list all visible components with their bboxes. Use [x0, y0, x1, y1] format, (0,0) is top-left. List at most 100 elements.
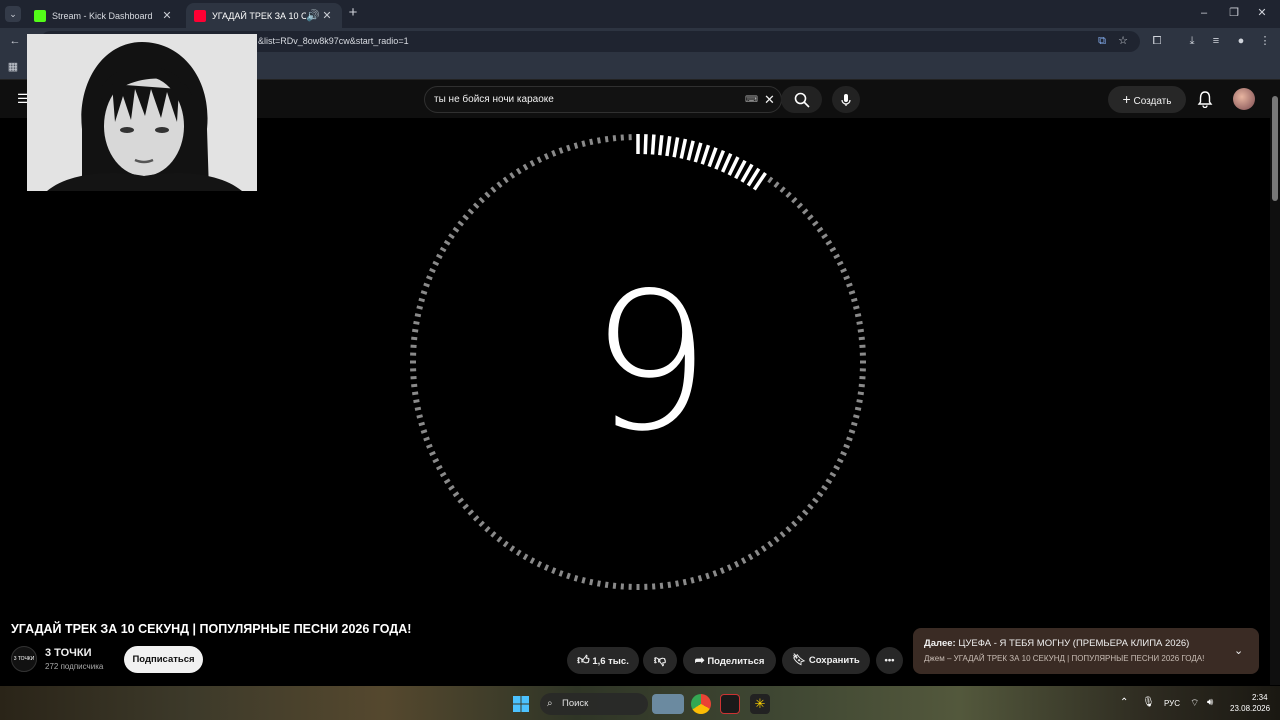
ring-tick — [857, 328, 864, 333]
ring-tick — [773, 536, 780, 543]
obs-app-icon[interactable] — [720, 694, 740, 714]
ring-tick — [665, 135, 672, 157]
ring-tick — [429, 267, 436, 274]
ring-tick — [515, 167, 522, 175]
up-next-title[interactable]: Далее: ЦУЕФА - Я ТЕБЯ МОГНУ (ПРЕМЬЕРА КЛ… — [924, 638, 1189, 649]
ring-tick — [760, 545, 767, 552]
apps-grid-icon[interactable]: ▦ — [5, 59, 21, 75]
ring-tick — [840, 450, 847, 457]
language-indicator[interactable]: РУС — [1164, 699, 1180, 708]
close-tab-icon[interactable]: ✕ — [160, 9, 174, 22]
ring-tick — [612, 582, 617, 589]
ring-tick — [779, 531, 786, 538]
ring-tick — [705, 572, 710, 580]
ring-tick — [816, 491, 824, 498]
extensions-icon[interactable]: ⧠ — [1149, 33, 1165, 49]
download-icon[interactable]: ⤓ — [1184, 33, 1200, 49]
up-next-video-title: ЦУЕФА - Я ТЕБЯ МОГНУ (ПРЕМЬЕРА КЛИПА 202… — [958, 638, 1190, 649]
save-button[interactable]: 🔖︎ Сохранить — [782, 647, 870, 674]
ring-tick — [643, 134, 648, 155]
voice-search-button[interactable] — [832, 86, 860, 113]
menu-kebab-icon[interactable]: ⋮ — [1257, 33, 1273, 49]
ring-tick — [418, 421, 426, 427]
ring-tick — [543, 564, 550, 571]
sparkle-app-icon[interactable]: ✳ — [750, 694, 770, 714]
new-tab-button[interactable]: + — [345, 5, 361, 21]
ring-tick — [821, 233, 828, 240]
ring-tick — [452, 491, 460, 498]
volume-icon[interactable]: 🔊︎ — [1207, 697, 1213, 708]
chrome-icon[interactable] — [691, 694, 711, 714]
share-button[interactable]: ➦ Поделиться — [683, 647, 776, 674]
ring-tick — [496, 181, 503, 188]
ring-tick — [439, 246, 447, 253]
ring-tick — [796, 202, 804, 209]
back-arrow-icon[interactable]: ← — [7, 33, 23, 49]
ring-tick — [858, 383, 865, 388]
ring-tick — [478, 520, 485, 528]
create-button[interactable]: + Создать — [1108, 86, 1186, 113]
tray-overflow-icon[interactable]: ⌃ — [1120, 697, 1128, 708]
profile-icon[interactable]: ● — [1233, 33, 1249, 49]
ring-tick — [846, 436, 853, 442]
ring-tick — [426, 443, 433, 449]
restore-button[interactable]: ❐ — [1225, 5, 1243, 21]
windows-start-icon[interactable] — [512, 695, 530, 713]
share-label: Поделиться — [707, 656, 765, 667]
search-button[interactable] — [781, 86, 822, 113]
audio-icon[interactable]: 🔊 — [306, 9, 320, 22]
tab-kick-dashboard[interactable]: Stream - Kick Dashboard ✕ — [26, 3, 182, 28]
minimize-button[interactable]: – — [1195, 5, 1213, 21]
ring-tick — [700, 144, 711, 165]
tab-youtube-video[interactable]: УГАДАЙ ТРЕК ЗА 10 СЕКУН 🔊 ✕ — [186, 3, 342, 28]
ring-tick — [558, 570, 564, 577]
microphone-tray-icon[interactable]: 🎙︎ — [1142, 697, 1155, 708]
ring-tick — [478, 196, 485, 204]
ring-tick — [496, 536, 503, 543]
ring-tick — [747, 553, 754, 561]
translate-icon[interactable]: ⧉ — [1094, 33, 1110, 49]
ring-tick — [854, 406, 862, 411]
ring-tick — [581, 140, 586, 147]
clock-date[interactable]: 23.08.2026 — [1230, 704, 1270, 713]
ring-tick — [721, 152, 733, 173]
search-icon — [794, 92, 810, 108]
clear-search-icon[interactable]: ✕ — [764, 87, 775, 112]
dislike-button[interactable]: 👎︎ — [643, 647, 677, 674]
close-tab-icon[interactable]: ✕ — [320, 9, 334, 22]
user-avatar[interactable] — [1233, 88, 1255, 110]
up-next-prefix: Далее: — [924, 638, 956, 649]
up-next-card[interactable] — [913, 628, 1259, 674]
channel-name[interactable]: 3 ТОЧКИ — [45, 647, 92, 659]
ring-tick — [416, 414, 423, 419]
more-actions-button[interactable]: ••• — [876, 647, 903, 674]
tab-search-icon[interactable]: ⌄ — [5, 6, 21, 22]
media-control-icon[interactable]: ≡ — [1208, 33, 1224, 49]
bookmark-star-icon[interactable]: ☆ — [1115, 33, 1131, 49]
subscribe-button[interactable]: Подписаться — [124, 646, 203, 673]
notifications-bell-icon[interactable] — [1195, 90, 1215, 110]
ring-tick — [429, 450, 436, 457]
taskbar-search-label: Поиск — [562, 698, 589, 709]
close-window-button[interactable]: ✕ — [1253, 5, 1271, 21]
wifi-icon[interactable]: ⌔ — [1190, 697, 1199, 710]
ring-tick — [411, 383, 418, 388]
ring-tick — [432, 457, 440, 464]
ring-tick — [432, 260, 440, 267]
ring-tick — [472, 202, 480, 209]
ring-tick — [812, 497, 819, 504]
ring-tick — [843, 275, 850, 281]
clock-time[interactable]: 2:34 — [1252, 693, 1268, 702]
search-input[interactable]: ты не бойся ночи караоке ⌨ ✕ — [424, 86, 782, 113]
taskbar-app-thumbnail-icon[interactable] — [652, 694, 684, 714]
chevron-down-icon[interactable]: ⌄ — [1234, 644, 1243, 657]
taskbar-search[interactable]: ⌕ Поиск — [540, 693, 648, 715]
keyboard-icon[interactable]: ⌨ — [745, 87, 758, 112]
ring-tick — [423, 282, 430, 288]
ring-tick — [836, 457, 844, 464]
scrollbar-thumb[interactable] — [1272, 96, 1278, 201]
ring-tick — [529, 159, 536, 167]
ring-tick — [767, 540, 774, 548]
like-button[interactable]: 👍︎ 1,6 тыс. — [567, 647, 639, 674]
channel-avatar[interactable]: 3 ТОЧКИ — [11, 646, 37, 672]
